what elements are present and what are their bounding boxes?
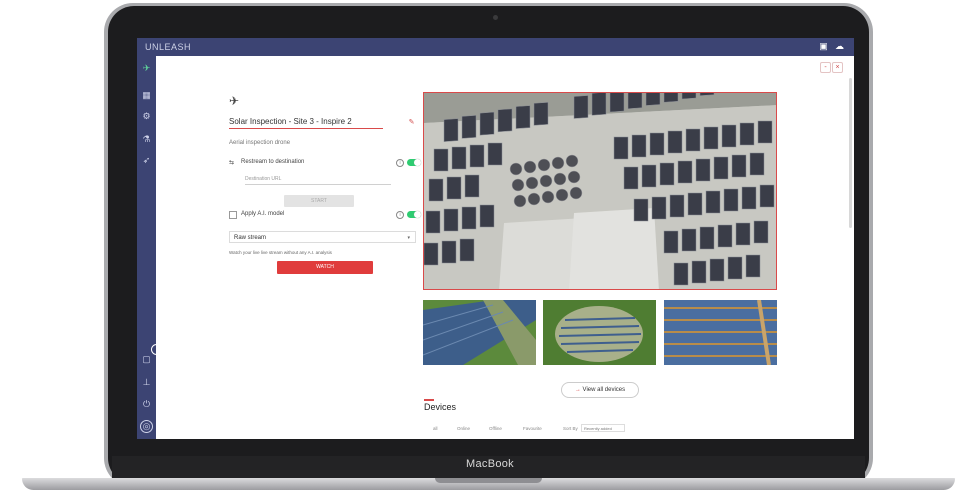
sort-by-label: Sort By	[563, 426, 578, 431]
section-label: Aerial inspection drone	[229, 140, 291, 146]
thumbnail-solar-field-3[interactable]	[664, 300, 777, 365]
chat-icon[interactable]: ▢	[140, 353, 153, 366]
close-icon[interactable]: ×	[832, 62, 843, 73]
apply-ai-label: Apply A.I. model	[241, 211, 285, 217]
restream-label: Restream to destination	[241, 159, 305, 165]
solar-roof-aerial-image	[424, 93, 776, 289]
sort-select[interactable]: Recently added	[581, 424, 625, 432]
tab-offline[interactable]: Offline	[489, 426, 502, 431]
live-video-feed[interactable]	[423, 92, 777, 290]
power-icon[interactable]: ⏻	[140, 398, 153, 411]
title-underline	[229, 128, 383, 129]
settings-icon[interactable]: ⚙	[140, 110, 153, 123]
start-button[interactable]: START	[284, 195, 354, 207]
edit-icon[interactable]: ✎	[407, 118, 416, 127]
mission-title[interactable]: Solar Inspection - Site 3 - Inspire 2	[229, 117, 352, 126]
tab-all[interactable]: all	[433, 426, 438, 431]
view-all-devices-button[interactable]: → View all devices	[561, 382, 639, 398]
laptop-base-notch	[435, 478, 542, 483]
stream-select-value: Raw stream	[234, 235, 267, 241]
brand-logo: UNLEASH	[145, 42, 192, 52]
chevron-down-icon: ▾	[407, 235, 410, 241]
watch-button[interactable]: WATCH	[277, 261, 373, 274]
tab-online[interactable]: Online	[457, 426, 470, 431]
minimize-icon[interactable]: -	[820, 62, 831, 73]
solar-field-image	[664, 300, 777, 365]
helper-text: Watch your live live stream without any …	[229, 250, 332, 255]
devices-accent-bar	[424, 399, 434, 401]
info-icon[interactable]: i	[396, 211, 404, 219]
apply-ai-toggle[interactable]	[407, 211, 421, 218]
drone-icon[interactable]: ✈	[140, 62, 153, 75]
stream-select[interactable]: Raw stream ▾	[229, 231, 416, 243]
camera-icon[interactable]: ▣	[818, 41, 829, 52]
restream-toggle[interactable]	[407, 159, 421, 166]
restream-icon: ⇆	[229, 160, 235, 166]
webcam	[493, 15, 498, 20]
rocket-icon[interactable]: ➶	[140, 154, 153, 167]
thumbnail-solar-field-2[interactable]	[543, 300, 656, 365]
tab-favourite[interactable]: Favourite	[523, 426, 542, 431]
scrollbar[interactable]	[849, 78, 852, 228]
device-label: MacBook	[466, 458, 514, 470]
view-all-label: View all devices	[582, 387, 626, 393]
solar-field-image	[543, 300, 656, 365]
user-avatar-icon[interactable]: ◎	[140, 420, 153, 433]
flask-icon[interactable]: ⚗	[140, 133, 153, 146]
cloud-upload-icon[interactable]: ☁	[834, 41, 845, 52]
thumbnail-solar-field-1[interactable]	[423, 300, 536, 365]
layout-icon[interactable]: ⊥	[140, 376, 153, 389]
dashboard-icon[interactable]: ▦	[140, 89, 153, 102]
devices-title: Devices	[424, 402, 457, 412]
drone-type-icon: ✈	[229, 94, 240, 108]
destination-url-input[interactable]: Destination URL	[245, 174, 391, 185]
arrow-icon: →	[574, 387, 583, 393]
screen: UNLEASH ▣ ☁ ✈ ▦ ⚙ ⚗ ➶ ▢ ⊥ ⏻ ◎ - × ✈ Sola…	[137, 38, 854, 439]
info-icon[interactable]: i	[396, 159, 404, 167]
solar-field-image	[423, 300, 536, 365]
sidebar: ✈ ▦ ⚙ ⚗ ➶ ▢ ⊥ ⏻ ◎	[137, 56, 156, 439]
apply-ai-checkbox[interactable]	[229, 211, 237, 219]
top-bar: UNLEASH ▣ ☁	[137, 38, 854, 56]
